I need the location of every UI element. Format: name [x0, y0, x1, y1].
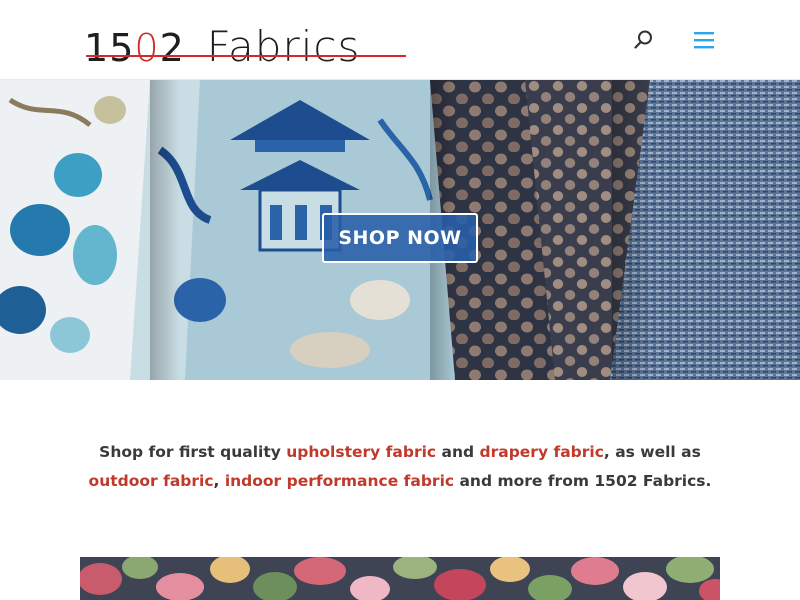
logo-digit-1: 1 — [84, 26, 110, 70]
logo-digit-5: 5 — [109, 26, 135, 70]
intro-text-4: , — [213, 472, 225, 490]
logo-underline — [86, 55, 406, 57]
floral-fabric-image — [80, 557, 720, 600]
drapery-fabric-link[interactable]: drapery fabric — [480, 443, 604, 461]
logo-digit-2: 2 — [159, 26, 185, 70]
intro-text-2: and — [436, 443, 480, 461]
logo-word: Fabrics — [206, 22, 361, 71]
logo-text: 1502 Fabrics — [84, 26, 360, 68]
search-icon[interactable] — [632, 28, 656, 52]
outdoor-fabric-link[interactable]: outdoor fabric — [89, 472, 214, 490]
hamburger-menu-icon[interactable] — [692, 28, 716, 52]
intro-paragraph: Shop for first quality upholstery fabric… — [80, 438, 720, 496]
intro-text-5: and more from 1502 Fabrics. — [454, 472, 712, 490]
intro-text-1: Shop for first quality — [99, 443, 287, 461]
site-logo[interactable]: 1502 Fabrics — [84, 8, 409, 68]
shop-now-button[interactable]: SHOP NOW — [322, 213, 478, 263]
floral-fabric-banner[interactable] — [80, 557, 720, 600]
indoor-performance-fabric-link[interactable]: indoor performance fabric — [225, 472, 454, 490]
upholstery-fabric-link[interactable]: upholstery fabric — [286, 443, 436, 461]
intro-text-3: , as well as — [603, 443, 701, 461]
hero-banner: SHOP NOW — [0, 80, 800, 380]
logo-digit-0: 0 — [134, 26, 160, 70]
site-header: 1502 Fabrics — [0, 0, 800, 80]
